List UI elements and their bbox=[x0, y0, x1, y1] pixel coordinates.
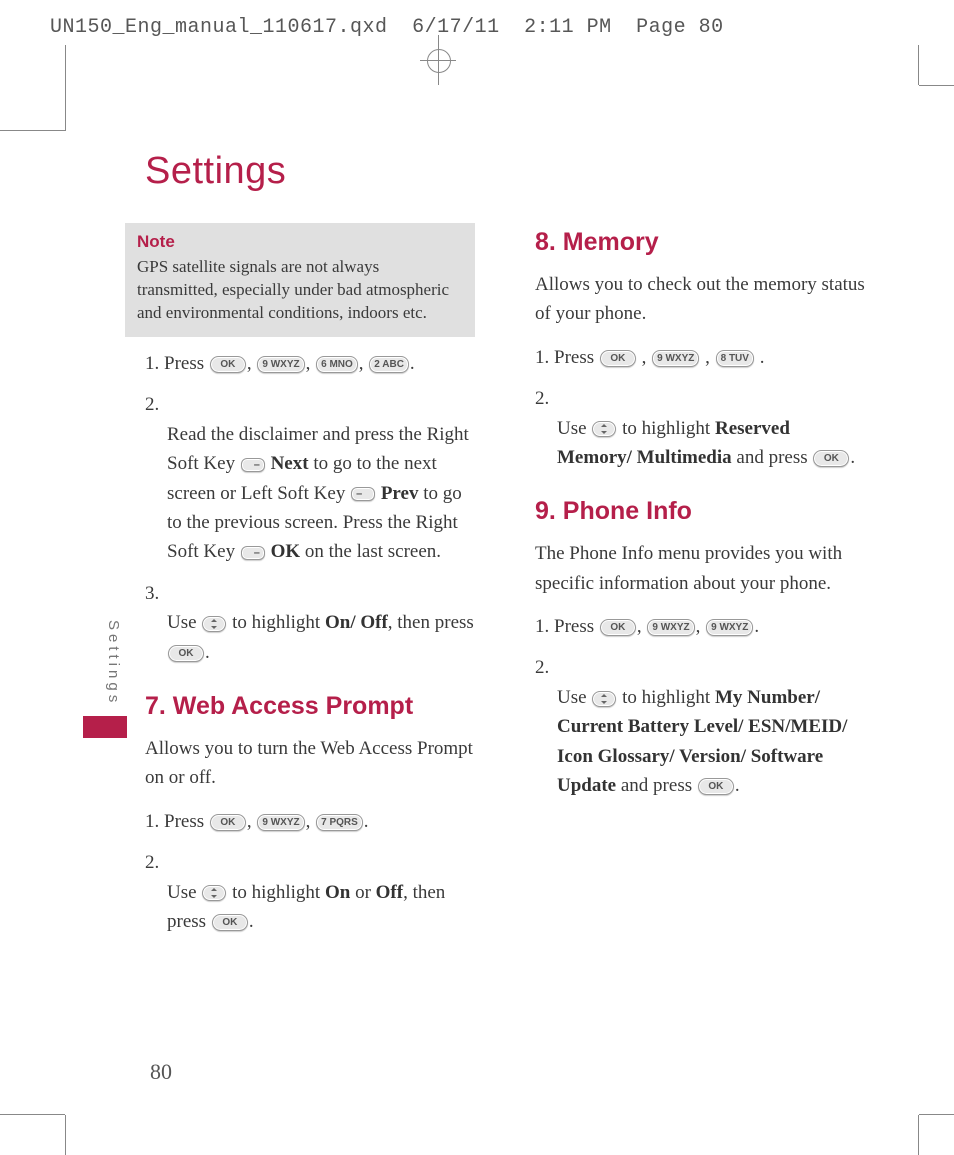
step-2: 2. Read the disclaimer and press the Rig… bbox=[145, 390, 475, 567]
right-soft-key-icon bbox=[241, 546, 265, 560]
nav-key-icon bbox=[592, 421, 616, 437]
ok-key-icon: OK bbox=[168, 645, 204, 662]
key-9-icon: 9 WXYZ bbox=[647, 619, 694, 636]
right-soft-key-icon bbox=[241, 458, 265, 472]
section-8-lead: Allows you to check out the memory statu… bbox=[535, 270, 865, 329]
key-8-icon: 8 TUV bbox=[716, 350, 754, 367]
step-7-1: 1. Press OK, 9 WXYZ, 7 PQRS. bbox=[145, 807, 475, 836]
section-8-heading: 8. Memory bbox=[535, 223, 865, 262]
crop-mark-icon bbox=[919, 85, 954, 86]
crop-mark-icon bbox=[0, 1114, 65, 1115]
key-7-icon: 7 PQRS bbox=[316, 814, 363, 831]
side-tab-label: Settings bbox=[105, 620, 122, 706]
slug-page: Page 80 bbox=[636, 16, 724, 39]
page-content: Settings Settings Note GPS satellite sig… bbox=[145, 150, 865, 949]
note-body: GPS satellite signals are not always tra… bbox=[137, 257, 449, 322]
right-column: 8. Memory Allows you to check out the me… bbox=[535, 223, 865, 949]
step-8-1: 1. Press OK , 9 WXYZ , 8 TUV . bbox=[535, 343, 865, 372]
crop-mark-icon bbox=[0, 85, 66, 131]
step-8-2: 2. Use to highlight Reserved Memory/ Mul… bbox=[535, 384, 865, 472]
step-7-2: 2. Use to highlight On or Off, then pres… bbox=[145, 848, 475, 936]
print-slug: UN150_Eng_manual_110617.qxd 6/17/11 2:11… bbox=[50, 16, 736, 39]
key-2-icon: 2 ABC bbox=[369, 356, 409, 373]
note-title: Note bbox=[137, 231, 463, 254]
ok-key-icon: OK bbox=[813, 450, 849, 467]
page-number: 80 bbox=[150, 1059, 172, 1085]
ok-key-icon: OK bbox=[600, 619, 636, 636]
nav-key-icon bbox=[592, 691, 616, 707]
step-3: 3. Use to highlight On/ Off, then press … bbox=[145, 579, 475, 667]
ok-key-icon: OK bbox=[600, 350, 636, 367]
step-9-1: 1. Press OK, 9 WXYZ, 9 WXYZ. bbox=[535, 612, 865, 641]
key-9-icon: 9 WXYZ bbox=[257, 814, 304, 831]
key-9-icon: 9 WXYZ bbox=[706, 619, 753, 636]
ok-key-icon: OK bbox=[212, 914, 248, 931]
crop-mark-icon bbox=[919, 1114, 954, 1115]
ok-key-icon: OK bbox=[210, 356, 246, 373]
key-9-icon: 9 WXYZ bbox=[257, 356, 304, 373]
section-9-heading: 9. Phone Info bbox=[535, 492, 865, 531]
key-6-icon: 6 MNO bbox=[316, 356, 358, 373]
slug-file: UN150_Eng_manual_110617.qxd bbox=[50, 16, 388, 39]
nav-key-icon bbox=[202, 885, 226, 901]
nav-key-icon bbox=[202, 616, 226, 632]
step-9-2: 2. Use to highlight My Number/ Current B… bbox=[535, 653, 865, 800]
step-1: 1. Press OK, 9 WXYZ, 6 MNO, 2 ABC. bbox=[145, 349, 475, 378]
side-tab-marker-icon bbox=[83, 716, 127, 738]
page-title: Settings bbox=[145, 150, 865, 193]
left-column: Note GPS satellite signals are not alway… bbox=[145, 223, 475, 949]
note-box: Note GPS satellite signals are not alway… bbox=[125, 223, 475, 337]
ok-key-icon: OK bbox=[210, 814, 246, 831]
section-7-heading: 7. Web Access Prompt bbox=[145, 687, 475, 726]
side-tab: Settings bbox=[105, 620, 125, 738]
registration-mark-icon bbox=[420, 35, 456, 85]
section-7-lead: Allows you to turn the Web Access Prompt… bbox=[145, 734, 475, 793]
slug-time: 2:11 PM bbox=[524, 16, 612, 39]
left-soft-key-icon bbox=[351, 487, 375, 501]
section-9-lead: The Phone Info menu provides you with sp… bbox=[535, 539, 865, 598]
ok-key-icon: OK bbox=[698, 778, 734, 795]
key-9-icon: 9 WXYZ bbox=[652, 350, 699, 367]
